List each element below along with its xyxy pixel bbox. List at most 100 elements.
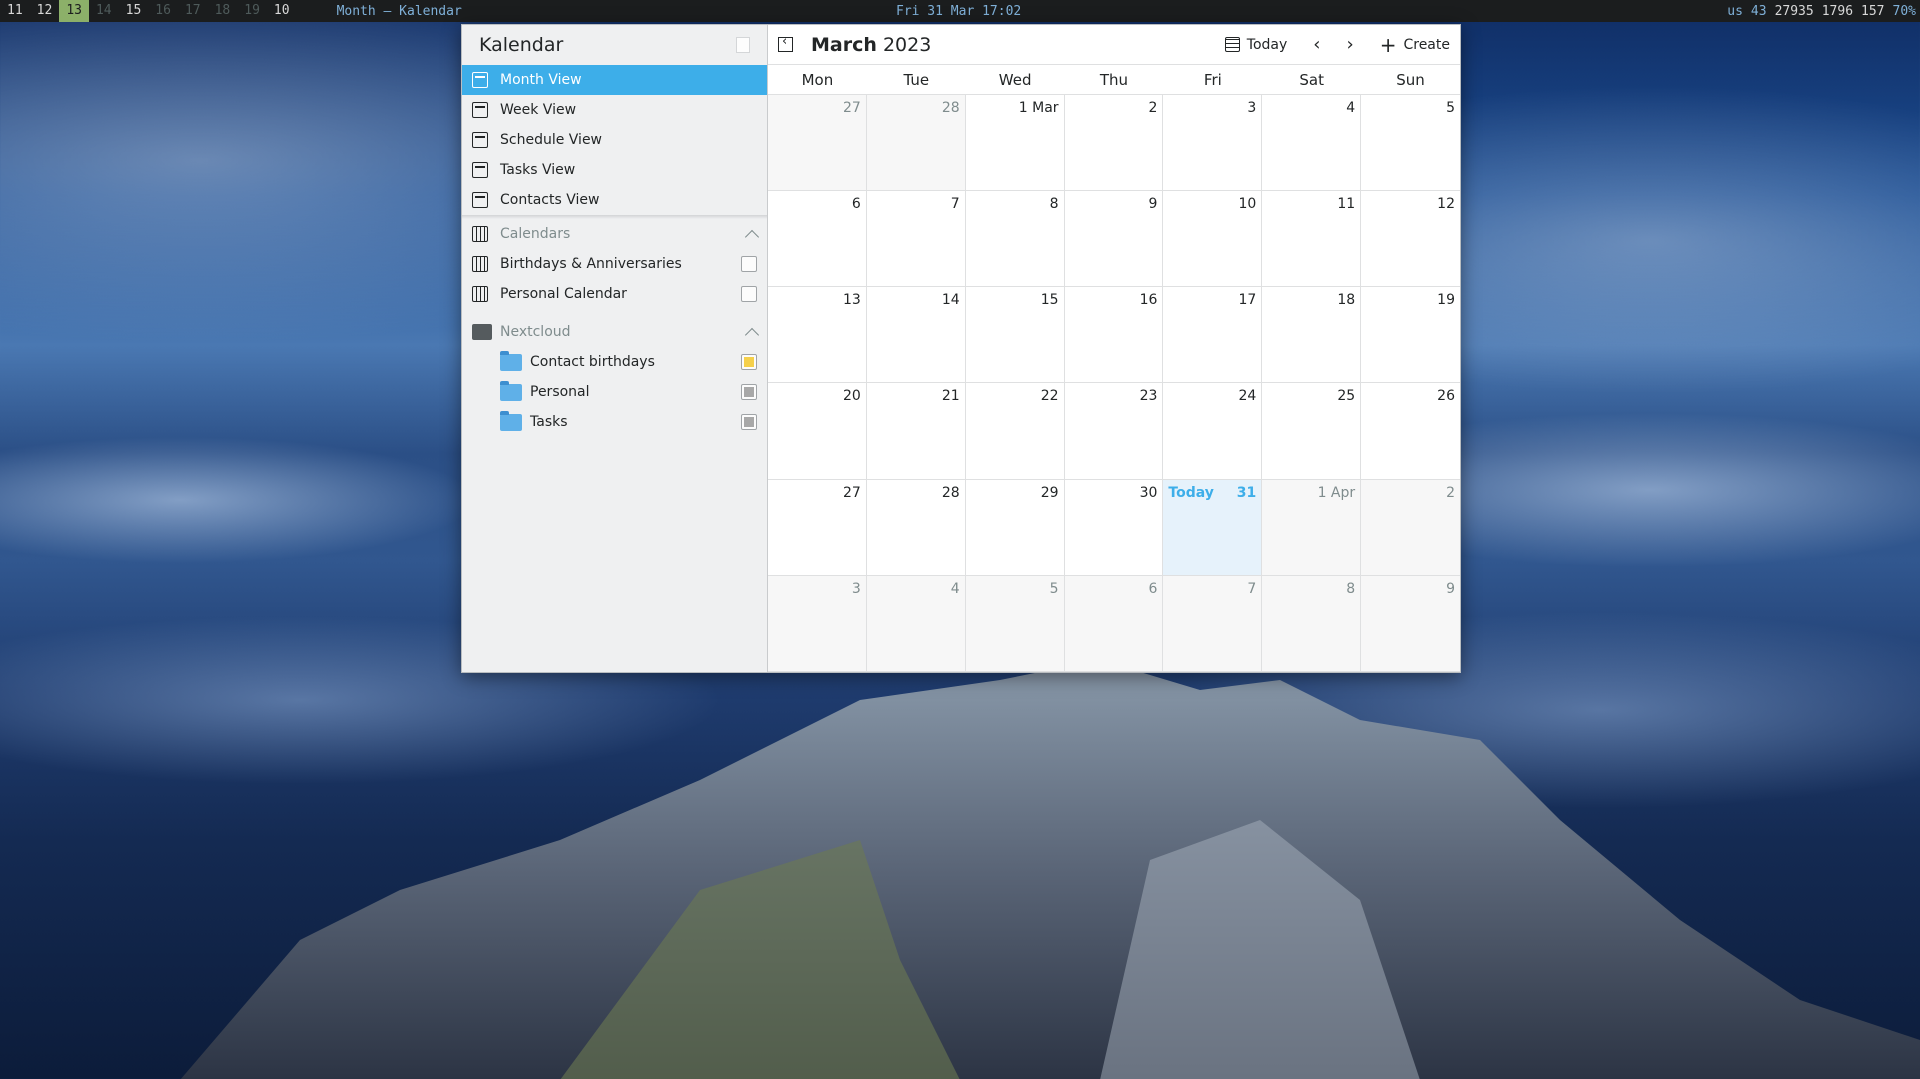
next-month-button[interactable]: › [1347, 35, 1354, 53]
day-cell[interactable]: 14 [866, 287, 966, 384]
day-cell[interactable]: 27 [768, 479, 867, 576]
calendar-item[interactable]: Contact birthdays [462, 347, 767, 377]
day-number: 27 [843, 100, 861, 116]
clock[interactable]: Fri 31 Mar 17:02 [896, 4, 1021, 19]
collapse-chevron-icon[interactable] [744, 327, 760, 342]
calendar-item[interactable]: Personal [462, 377, 767, 407]
day-cell[interactable]: 24 [1163, 383, 1263, 480]
day-cell[interactable]: 9 [1361, 575, 1460, 672]
day-cell[interactable]: 11 [1262, 191, 1362, 288]
day-cell[interactable]: 19 [1361, 287, 1460, 384]
day-number: 10 [1238, 196, 1257, 213]
new-page-icon[interactable] [736, 37, 750, 53]
day-cell[interactable]: 27 [768, 95, 867, 192]
workspace-button[interactable]: 14 [89, 0, 119, 22]
calendar-visibility-checkbox[interactable] [741, 384, 757, 400]
previous-month-button[interactable]: ‹ [1313, 35, 1320, 53]
day-cell[interactable]: 6 [768, 191, 867, 288]
workspace-button[interactable]: 13 [59, 0, 89, 22]
view-item-contacts-view[interactable]: Contacts View [462, 185, 767, 215]
calendars-section-header[interactable]: Calendars [462, 219, 767, 249]
wallpaper-mountain [180, 660, 1920, 1079]
calendar-visibility-checkbox[interactable] [741, 256, 757, 272]
day-number: 26 [1437, 388, 1455, 405]
day-cell[interactable]: 10 [1163, 191, 1263, 288]
day-cell[interactable]: 15 [965, 287, 1065, 384]
eth-price: 1796 [1821, 3, 1854, 19]
day-cell[interactable]: 13 [768, 287, 867, 384]
day-cell[interactable]: 20 [768, 383, 867, 480]
mail-count[interactable]: 43 [1751, 4, 1767, 19]
day-cell[interactable]: 1 Mar [965, 95, 1065, 192]
day-cell[interactable]: 8 [965, 191, 1065, 288]
workspace-button[interactable]: 19 [237, 0, 267, 22]
day-cell[interactable]: 26 [1361, 383, 1460, 480]
day-cell[interactable]: 29 [965, 479, 1065, 576]
workspace-button[interactable]: 18 [208, 0, 238, 22]
day-cell[interactable]: 28 [866, 95, 966, 192]
day-cell[interactable]: 5 [965, 575, 1065, 672]
day-cell[interactable]: 6 [1064, 575, 1164, 672]
day-cell[interactable]: 17 [1163, 287, 1263, 384]
day-number: 25 [1337, 388, 1356, 405]
day-cell[interactable]: 21 [866, 383, 966, 480]
calendar-item[interactable]: Personal Calendar [462, 279, 767, 309]
day-cell[interactable]: 28 [866, 479, 966, 576]
day-cell[interactable]: 4 [1262, 95, 1362, 192]
day-cell[interactable]: Today 31 [1163, 479, 1263, 576]
day-cell[interactable]: 22 [965, 383, 1065, 480]
view-item-month-view[interactable]: Month View [462, 65, 767, 95]
folder-icon [500, 380, 522, 401]
workspace-button[interactable]: 17 [178, 0, 208, 22]
day-cell[interactable]: 4 [866, 575, 966, 672]
sidebar-toggle-icon[interactable] [778, 34, 793, 52]
calendar-item[interactable]: Birthdays & Anniversaries [462, 249, 767, 279]
view-item-week-view[interactable]: Week View [462, 95, 767, 125]
workspace-button[interactable]: 15 [119, 0, 149, 22]
nextcloud-section-header[interactable]: Nextcloud [462, 317, 767, 347]
day-cell[interactable]: 16 [1064, 287, 1164, 384]
day-cell[interactable]: 8 [1262, 575, 1362, 672]
day-cell[interactable]: 18 [1262, 287, 1362, 384]
volume-level[interactable]: 70% [1893, 4, 1916, 19]
day-cell[interactable]: 30 [1064, 479, 1164, 576]
calendar-visibility-checkbox[interactable] [741, 414, 757, 430]
day-number: 4 [1346, 100, 1356, 116]
view-item-schedule-view[interactable]: Schedule View [462, 125, 767, 155]
view-list: Month View Week View Schedule View Tasks Vi… [462, 65, 767, 215]
day-number: 31 [1236, 484, 1257, 501]
day-cell[interactable]: 7 [866, 191, 966, 288]
keyboard-layout[interactable]: us [1727, 4, 1743, 19]
day-cell[interactable]: 5 [1361, 95, 1460, 192]
day-cell[interactable]: 25 [1262, 383, 1362, 480]
calendar-item[interactable]: Tasks [462, 407, 767, 437]
workspace-button[interactable]: 11 [0, 0, 30, 22]
day-cell[interactable]: 2 [1064, 95, 1164, 192]
view-item-label: Schedule View [500, 132, 603, 148]
calendar-visibility-checkbox[interactable] [741, 286, 757, 302]
calendar-icon [472, 226, 488, 242]
day-cell[interactable]: 2 [1361, 479, 1460, 576]
day-number: 15 [1040, 292, 1059, 309]
day-cell[interactable]: 12 [1361, 191, 1460, 288]
workspace-button[interactable]: 12 [30, 0, 60, 22]
collapse-chevron-icon[interactable] [744, 229, 760, 244]
calendar-visibility-checkbox[interactable] [741, 354, 757, 370]
day-number: 14 [941, 292, 960, 309]
workspace-button[interactable]: 16 [148, 0, 178, 22]
day-cell[interactable]: 9 [1064, 191, 1164, 288]
workspace-button[interactable]: 10 [267, 0, 297, 22]
day-number: 29 [1040, 484, 1059, 501]
day-cell[interactable]: 1 Apr [1262, 479, 1362, 576]
view-item-tasks-view[interactable]: Tasks View [462, 155, 767, 185]
create-button-label: Create [1403, 36, 1450, 53]
calendar-list: Birthdays & Anniversaries Personal Calend… [462, 249, 767, 309]
day-cell[interactable]: 7 [1163, 575, 1263, 672]
day-cell[interactable]: 23 [1064, 383, 1164, 480]
day-cell[interactable]: 3 [768, 575, 867, 672]
create-button[interactable]: + Create [1380, 35, 1450, 55]
today-button[interactable]: Today [1224, 37, 1287, 53]
calendar-icon [472, 256, 488, 272]
kalendar-window: Kalendar Month View Week View Schedule Vie… [461, 24, 1461, 673]
day-cell[interactable]: 3 [1163, 95, 1263, 192]
